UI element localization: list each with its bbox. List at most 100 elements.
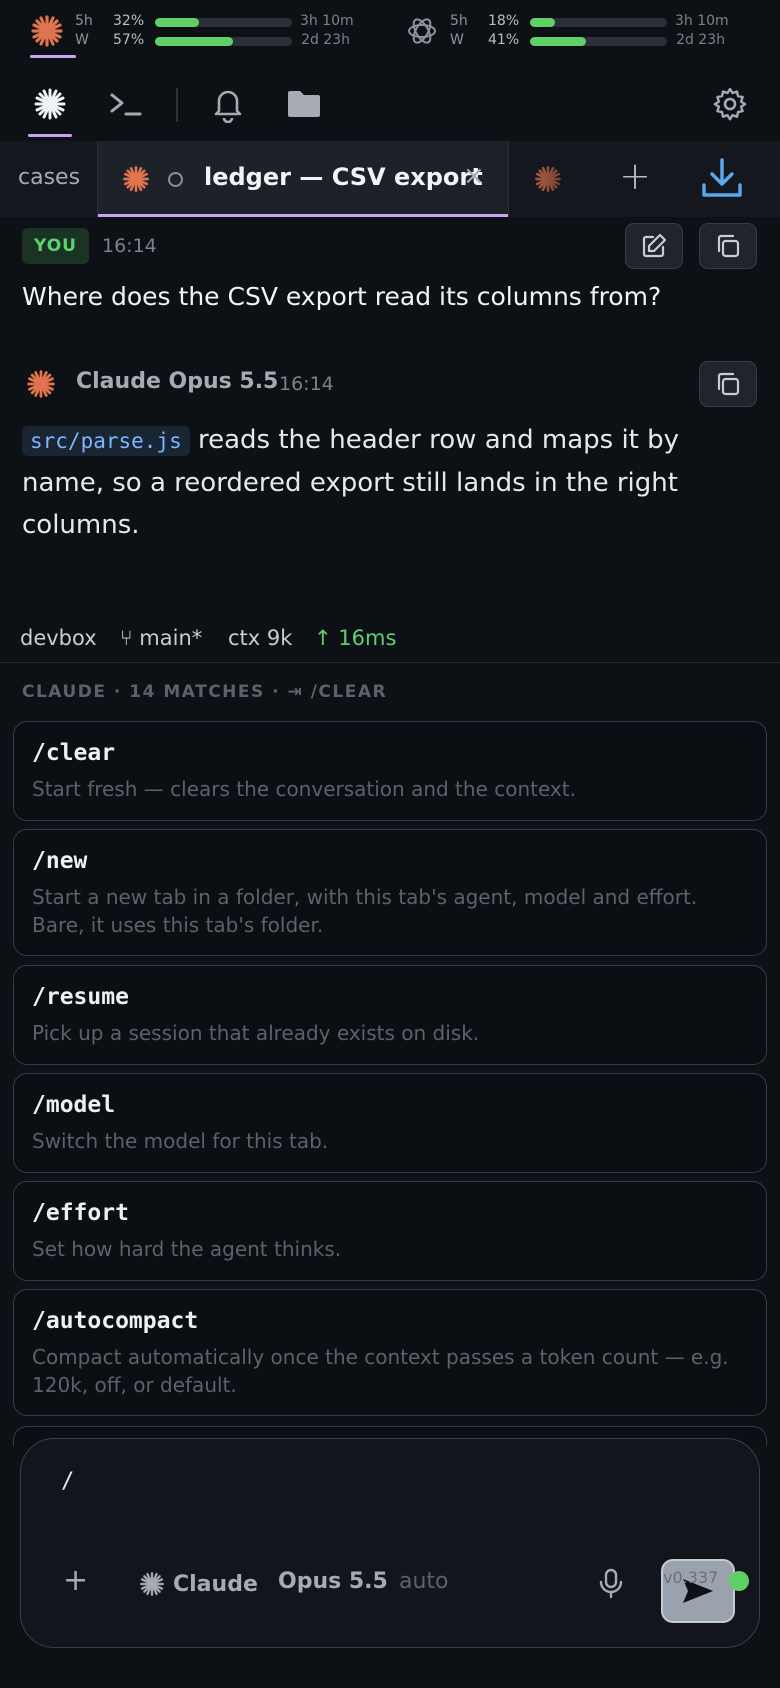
latency: ↑ 16ms [314,626,397,650]
command-name: /autocompact [32,1308,199,1334]
openai-logo-icon [408,18,436,44]
download-icon [702,158,742,197]
usage-selected-indicator [30,55,76,58]
user-badge: YOU [22,228,89,264]
session-reset: 3h 10m [675,13,729,29]
weekly-progress-fill [530,37,587,46]
session-progress-fill [155,18,199,27]
terminal-button[interactable] [104,82,148,126]
claude-logo-icon [123,166,149,192]
command-name: /model [32,1092,116,1118]
openai-usage: 5h 18% 3h 10m W 41% 2d 23h [405,10,755,50]
command-description: Compact automatically once the context p… [32,1345,729,1397]
command-item-clear[interactable]: /clear Start fresh — clears the conversa… [13,721,767,821]
weekly-reset: 2d 23h [301,32,350,48]
edit-icon [642,233,667,258]
claude-logo-icon [140,1572,164,1596]
claude-logo-icon [27,370,55,398]
toolbar [0,74,780,138]
copy-reply-button[interactable] [699,361,757,407]
tab-title: ledger — CSV export [204,163,483,191]
copy-icon [717,234,740,258]
session-reset: 3h 10m [300,13,354,29]
command-palette-header: CLAUDE · 14 MATCHES · ⇥ /CLEAR [22,682,388,702]
command-item-new[interactable]: /new Start a new tab in a folder, with t… [13,829,767,956]
command-item-model[interactable]: /model Switch the model for this tab. [13,1073,767,1173]
command-name: /resume [32,984,129,1010]
copy-message-button[interactable] [699,223,757,269]
composer: + Claude Opus 5.5 auto [20,1438,760,1648]
branch-icon: ⑂ [120,626,140,650]
host-label: devbox [20,626,97,650]
model-selector[interactable]: Opus 5.5 [278,1569,388,1594]
weekly-progress [530,37,667,46]
weekly-progress-fill [155,37,234,46]
claude-logo-icon [34,88,66,120]
message-input[interactable] [61,1469,701,1494]
weekly-progress [155,37,292,46]
gear-icon [713,87,747,121]
agent-selector[interactable]: Claude [139,1569,258,1599]
assistant-name: Claude Opus 5.5 [76,369,279,394]
claude-usage: 5h 32% 3h 10m W 57% 2d 23h [30,10,380,50]
tab-bar: cases ledger — CSV export × + [0,141,780,217]
usage-bar: 5h 32% 3h 10m W 57% 2d 23h 5h 18% 3h 10m [0,0,780,58]
user-message-time: 16:14 [102,235,157,257]
toolbar-selected-indicator [28,134,72,137]
tab-previous-label: cases [18,165,81,190]
session-progress-fill [530,18,555,27]
command-name: /clear [32,740,116,766]
session-label: 5h [75,13,93,29]
session-percent: 18% [488,13,520,29]
tabs-fade [540,141,600,217]
voice-input-button[interactable] [589,1561,633,1605]
weekly-label: W [450,32,464,48]
assistant-message-time: 16:14 [279,373,334,395]
command-item-effort[interactable]: /effort Set how hard the agent thinks. [13,1181,767,1281]
weekly-reset: 2d 23h [676,32,725,48]
microphone-icon [599,1568,623,1599]
command-item-resume[interactable]: /resume Pick up a session that already e… [13,965,767,1065]
session-label: 5h [450,13,468,29]
terminal-icon [110,93,142,116]
command-name: /effort [32,1200,129,1226]
user-message-text: Where does the CSV export read its colum… [22,282,662,311]
session-percent: 32% [113,13,145,29]
assistant-message-text: src/parse.js reads the header row and ma… [22,419,742,546]
attach-button[interactable]: + [63,1563,88,1598]
notifications-button[interactable] [206,82,250,126]
toolbar-divider [176,88,178,122]
agent-claude-button[interactable] [28,82,72,126]
copy-icon [717,372,740,396]
divider [0,662,780,663]
edit-message-button[interactable] [625,223,683,269]
download-button[interactable] [695,151,749,205]
tab-active[interactable]: ledger — CSV export × [97,141,509,217]
folder-icon [288,91,320,117]
file-path-code[interactable]: src/parse.js [22,426,190,456]
weekly-label: W [75,32,89,48]
session-progress [155,18,292,27]
command-description: Start a new tab in a folder, with this t… [32,885,698,937]
settings-button[interactable] [708,82,752,126]
tab-previous[interactable]: cases [0,141,96,217]
branch-name: main* [139,626,203,650]
agent-label: Claude [173,1571,258,1597]
files-button[interactable] [282,82,326,126]
git-branch: ⑂ main* [120,626,202,650]
version-label: v0.337 [663,1568,719,1587]
command-item-autocompact[interactable]: /autocompact Compact automatically once … [13,1289,767,1416]
weekly-percent: 41% [488,32,520,48]
command-description: Switch the model for this tab. [32,1129,329,1153]
effort-selector[interactable]: auto [399,1569,449,1594]
connection-status-icon [729,1571,749,1591]
claude-logo-icon [31,15,63,47]
tab-active-indicator [98,214,508,217]
command-description: Start fresh — clears the conversation an… [32,777,576,801]
context-size: ctx 9k [228,626,293,650]
new-tab-button[interactable]: + [612,153,658,199]
command-name: /new [32,848,88,874]
bell-icon [214,90,242,123]
close-tab-button[interactable]: × [463,161,485,191]
weekly-percent: 57% [113,32,145,48]
